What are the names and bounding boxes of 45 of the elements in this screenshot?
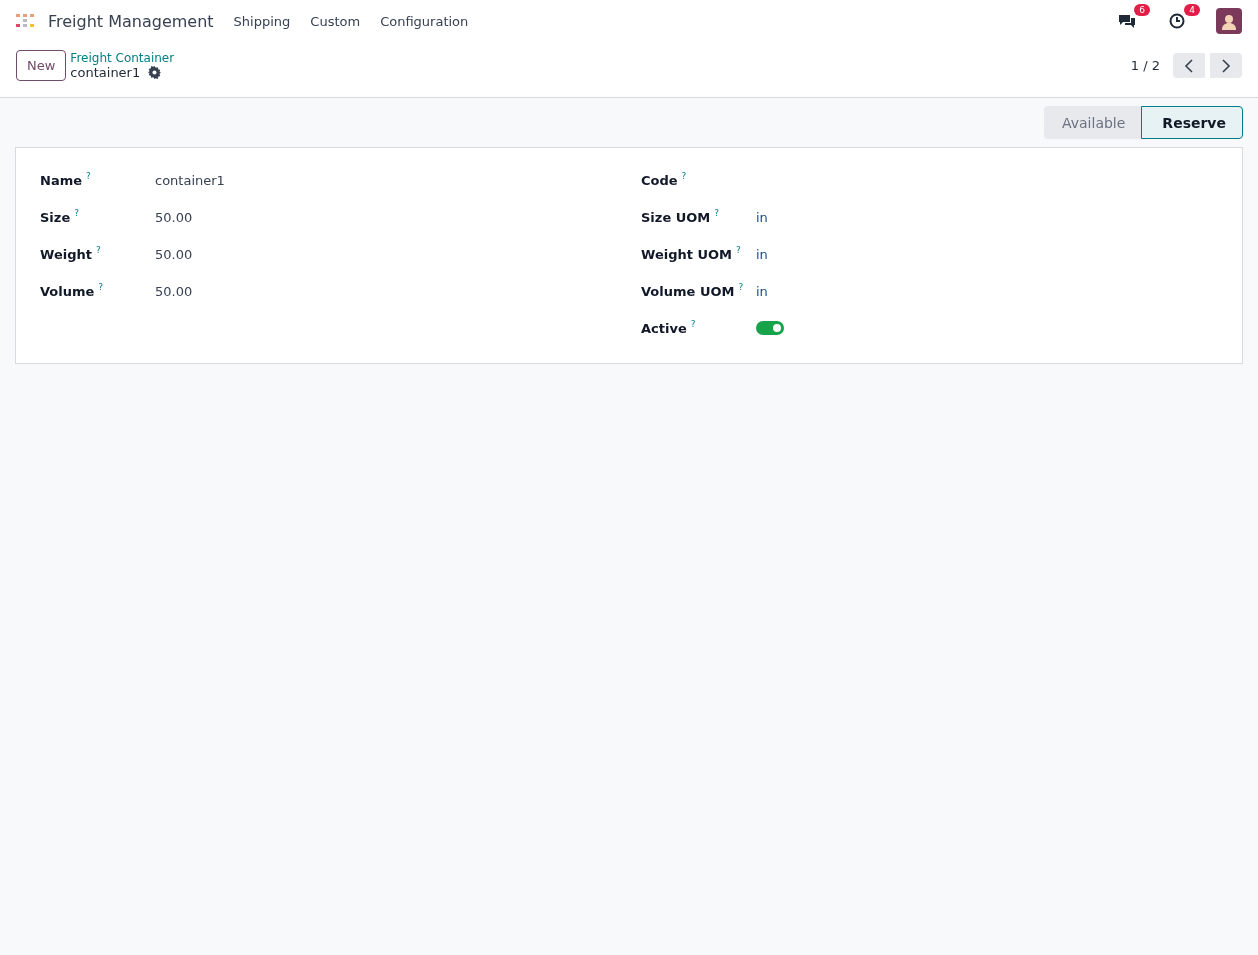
help-mark[interactable]: ? bbox=[690, 318, 696, 329]
field-label: Name bbox=[40, 173, 82, 188]
breadcrumb-link[interactable]: Freight Container bbox=[70, 51, 175, 65]
chevron-left-icon[interactable] bbox=[1184, 58, 1194, 73]
field-label: Weight UOM bbox=[641, 247, 732, 262]
field-value: 50.00 bbox=[155, 210, 193, 225]
status-stage[interactable]: Available bbox=[1044, 106, 1142, 139]
field-value[interactable]: in bbox=[756, 284, 768, 299]
help-mark[interactable]: ? bbox=[736, 244, 741, 255]
field-label: Code bbox=[641, 173, 678, 188]
help-mark[interactable]: ? bbox=[95, 244, 101, 255]
new-button[interactable]: New bbox=[16, 50, 67, 81]
status-stage[interactable]: Reserve bbox=[1141, 106, 1243, 139]
help-mark[interactable]: ? bbox=[681, 170, 687, 181]
field-value: 50.00 bbox=[155, 284, 193, 299]
clock-icon[interactable] bbox=[1169, 13, 1185, 29]
toggle-switch[interactable] bbox=[756, 320, 784, 335]
field-label: Volume UOM bbox=[641, 284, 735, 299]
gear-icon[interactable] bbox=[148, 66, 162, 79]
app-grid-icon[interactable] bbox=[16, 14, 34, 28]
chat-icon[interactable] bbox=[1118, 13, 1136, 29]
pager-counter: 1 / 2 bbox=[1130, 58, 1160, 73]
record-name: container1 bbox=[70, 65, 141, 80]
field-value[interactable]: in bbox=[756, 210, 768, 225]
notification-badge: 6 bbox=[1134, 4, 1150, 16]
field-value: container1 bbox=[155, 173, 225, 188]
field-value[interactable]: in bbox=[756, 247, 768, 262]
user-avatar[interactable] bbox=[1216, 8, 1242, 34]
field-label: Size bbox=[40, 210, 71, 225]
field-value: 50.00 bbox=[155, 247, 193, 262]
notification-badge: 4 bbox=[1184, 4, 1200, 16]
menu-item[interactable]: Custom bbox=[310, 13, 361, 29]
help-mark[interactable]: ? bbox=[86, 170, 91, 181]
help-mark[interactable]: ? bbox=[98, 281, 104, 292]
chevron-right-icon[interactable] bbox=[1221, 58, 1231, 73]
help-mark[interactable]: ? bbox=[74, 207, 79, 218]
field-label: Active bbox=[641, 321, 687, 336]
menu-item[interactable]: Configuration bbox=[380, 13, 469, 29]
help-mark[interactable]: ? bbox=[738, 281, 744, 292]
field-label: Volume bbox=[40, 284, 95, 299]
field-label: Weight bbox=[40, 247, 92, 262]
menu-item[interactable]: Shipping bbox=[233, 13, 291, 29]
help-mark[interactable]: ? bbox=[714, 207, 720, 218]
app-title[interactable]: Freight Management bbox=[48, 11, 214, 31]
field-label: Size UOM bbox=[641, 210, 711, 225]
